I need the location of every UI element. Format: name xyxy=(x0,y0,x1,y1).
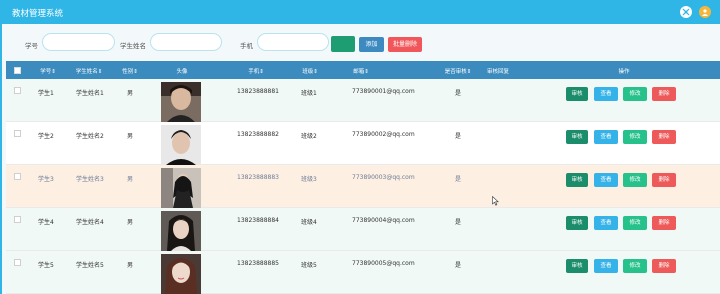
view-button[interactable]: 查看 xyxy=(594,259,618,273)
col-phone[interactable]: 手机⇕ xyxy=(242,67,270,75)
delete-button[interactable]: 删除 xyxy=(652,87,676,101)
avatar-photo xyxy=(161,82,201,122)
edit-button[interactable]: 修改 xyxy=(623,259,647,273)
cell-class: 班级2 xyxy=(301,133,317,140)
avatar-photo xyxy=(161,125,201,165)
row-checkbox[interactable] xyxy=(14,259,21,266)
student-no-input[interactable] xyxy=(42,33,115,51)
cell-email: 773890002@qq.com xyxy=(352,131,415,138)
student-name-input[interactable] xyxy=(150,33,222,51)
cell-phone: 13823888884 xyxy=(237,217,279,224)
table-row: 学生3 学生姓名3 男 13823888883 班级3 773890003@qq… xyxy=(6,165,720,208)
cell-class: 班级4 xyxy=(301,219,317,226)
cell-student-name: 学生姓名1 xyxy=(76,90,104,97)
edit-button[interactable]: 修改 xyxy=(623,173,647,187)
cell-phone: 13823888885 xyxy=(237,260,279,267)
cell-gender: 男 xyxy=(127,262,134,269)
student-name-label: 学生姓名 xyxy=(120,42,146,50)
avatar-photo xyxy=(161,211,201,251)
settings-icon[interactable] xyxy=(680,6,692,18)
cell-reviewed: 是 xyxy=(455,90,462,97)
table-header: 学号⇕ 学生姓名⇕ 性别⇕ 头像 手机⇕ 班级⇕ 邮箱⇕ 是否审核⇕ 审核回复 … xyxy=(6,61,720,79)
cell-gender: 男 xyxy=(127,176,134,183)
cell-class: 班级5 xyxy=(301,262,317,269)
cell-student-no: 学生3 xyxy=(38,176,54,183)
student-no-label: 学号 xyxy=(25,42,38,50)
col-student-no[interactable]: 学号⇕ xyxy=(36,67,60,75)
table-row: 学生4 学生姓名4 男 13823888884 班级4 773890004@qq… xyxy=(6,208,720,251)
col-student-name[interactable]: 学生姓名⇕ xyxy=(72,67,106,75)
cell-reviewed: 是 xyxy=(455,219,462,226)
cell-student-no: 学生1 xyxy=(38,90,54,97)
table-row: 学生1 学生姓名1 男 13823888881 班级1 773890001@qq… xyxy=(6,79,720,122)
col-class[interactable]: 班级⇕ xyxy=(296,67,324,75)
col-actions: 操作 xyxy=(618,69,630,75)
top-bar: 教材管理系统 xyxy=(0,0,720,24)
cell-reviewed: 是 xyxy=(455,176,462,183)
view-button[interactable]: 查看 xyxy=(594,173,618,187)
review-button[interactable]: 审核 xyxy=(566,173,588,187)
cell-email: 773890003@qq.com xyxy=(352,174,415,181)
search-bar: 学号 学生姓名 手机 添加 批量删除 xyxy=(0,24,720,60)
cell-student-no: 学生4 xyxy=(38,219,54,226)
delete-button[interactable]: 删除 xyxy=(652,216,676,230)
cell-phone: 13823888883 xyxy=(237,174,279,181)
review-button[interactable]: 审核 xyxy=(566,259,588,273)
edit-button[interactable]: 修改 xyxy=(623,216,647,230)
mouse-cursor-icon xyxy=(492,195,499,208)
cell-reviewed: 是 xyxy=(455,262,462,269)
left-frame-border xyxy=(0,24,2,294)
col-review-reply: 审核回复 xyxy=(486,69,509,75)
cell-student-name: 学生姓名3 xyxy=(76,176,104,183)
col-gender[interactable]: 性别⇕ xyxy=(118,67,142,75)
cell-student-name: 学生姓名4 xyxy=(76,219,104,226)
cell-reviewed: 是 xyxy=(455,133,462,140)
view-button[interactable]: 查看 xyxy=(594,87,618,101)
delete-button[interactable]: 删除 xyxy=(652,130,676,144)
review-button[interactable]: 审核 xyxy=(566,216,588,230)
edit-button[interactable]: 修改 xyxy=(623,87,647,101)
avatar-photo xyxy=(161,254,201,294)
batch-delete-button[interactable]: 批量删除 xyxy=(388,37,422,52)
row-checkbox[interactable] xyxy=(14,130,21,137)
app-title: 教材管理系统 xyxy=(12,9,64,19)
table-row: 学生5 学生姓名5 男 13823888885 班级5 773890005@qq… xyxy=(6,251,720,294)
user-avatar-icon[interactable] xyxy=(699,6,711,18)
col-email[interactable]: 邮箱⇕ xyxy=(341,67,381,75)
cell-gender: 男 xyxy=(127,133,134,140)
cell-gender: 男 xyxy=(127,90,134,97)
add-button[interactable]: 添加 xyxy=(359,37,384,52)
phone-label: 手机 xyxy=(240,42,253,50)
cell-student-name: 学生姓名2 xyxy=(76,133,104,140)
view-button[interactable]: 查看 xyxy=(594,130,618,144)
avatar-photo xyxy=(161,168,201,208)
cell-phone: 13823888882 xyxy=(237,131,279,138)
cell-student-name: 学生姓名5 xyxy=(76,262,104,269)
col-avatar: 头像 xyxy=(176,69,188,75)
cell-class: 班级1 xyxy=(301,90,317,97)
cell-email: 773890001@qq.com xyxy=(352,88,415,95)
student-table: 学号⇕ 学生姓名⇕ 性别⇕ 头像 手机⇕ 班级⇕ 邮箱⇕ 是否审核⇕ 审核回复 … xyxy=(6,61,720,294)
table-row: 学生2 学生姓名2 男 13823888882 班级2 773890002@qq… xyxy=(6,122,720,165)
search-button[interactable] xyxy=(331,36,355,52)
delete-button[interactable]: 删除 xyxy=(652,173,676,187)
select-all-checkbox[interactable] xyxy=(14,67,21,74)
phone-input[interactable] xyxy=(257,33,329,51)
review-button[interactable]: 审核 xyxy=(566,130,588,144)
edit-button[interactable]: 修改 xyxy=(623,130,647,144)
row-checkbox[interactable] xyxy=(14,87,21,94)
cell-student-no: 学生2 xyxy=(38,133,54,140)
delete-button[interactable]: 删除 xyxy=(652,259,676,273)
cell-class: 班级3 xyxy=(301,176,317,183)
cell-gender: 男 xyxy=(127,219,134,226)
review-button[interactable]: 审核 xyxy=(566,87,588,101)
cell-student-no: 学生5 xyxy=(38,262,54,269)
cell-phone: 13823888881 xyxy=(237,88,279,95)
col-reviewed[interactable]: 是否审核⇕ xyxy=(441,67,475,75)
cell-email: 773890005@qq.com xyxy=(352,260,415,267)
view-button[interactable]: 查看 xyxy=(594,216,618,230)
cell-email: 773890004@qq.com xyxy=(352,217,415,224)
row-checkbox[interactable] xyxy=(14,216,21,223)
row-checkbox[interactable] xyxy=(14,173,21,180)
